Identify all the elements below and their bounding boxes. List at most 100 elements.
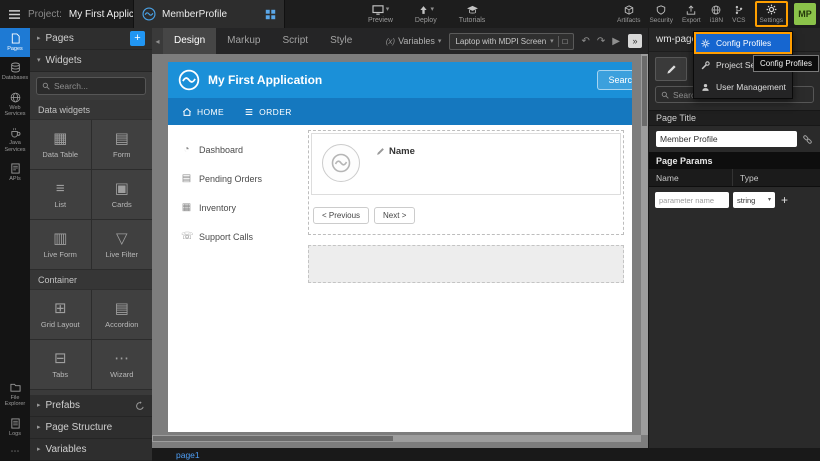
- param-name-input[interactable]: [655, 192, 729, 208]
- page-preview[interactable]: My First Application Search HOME ORDER ◔…: [168, 62, 632, 432]
- collapse-panel-button[interactable]: ◂: [152, 28, 163, 54]
- refresh-icon[interactable]: [135, 401, 145, 411]
- statusbar-page-tab[interactable]: page1: [176, 450, 200, 460]
- rail-item-logs[interactable]: Logs: [0, 413, 30, 442]
- widget-live-form[interactable]: ▥Live Form: [30, 220, 91, 269]
- avatar[interactable]: MP: [794, 3, 816, 25]
- canvas-vertical-scrollbar[interactable]: [641, 54, 648, 435]
- dashboard-icon: ◔: [181, 144, 192, 155]
- widget-wizard[interactable]: ⋯Wizard: [92, 340, 153, 389]
- widget-grid-layout[interactable]: ⊞Grid Layout: [30, 290, 91, 339]
- scrollbar-thumb[interactable]: [642, 56, 647, 126]
- add-page-button[interactable]: +: [130, 31, 145, 46]
- device-dropdown[interactable]: Laptop with MDPI Screen ▾ □: [449, 33, 573, 50]
- tab-script[interactable]: Script: [272, 28, 320, 54]
- widget-accordion[interactable]: ▤Accordion: [92, 290, 153, 339]
- member-card-widget[interactable]: Name: [311, 133, 621, 195]
- wizard-icon: ⋯: [114, 351, 129, 366]
- branch-icon: [734, 5, 744, 15]
- export-icon: [686, 5, 696, 15]
- container-widgets-grid: ⊞Grid Layout ▤Accordion ⊟Tabs ⋯Wizard: [30, 290, 152, 390]
- page-structure-section-header[interactable]: ▸ Page Structure: [30, 417, 152, 439]
- undo-icon[interactable]: ↶: [582, 36, 590, 47]
- page-title-input[interactable]: [656, 131, 797, 147]
- selected-widget-outline[interactable]: Name < Previous Next >: [308, 130, 624, 235]
- rail-item-pages[interactable]: Pages: [0, 28, 30, 57]
- preview-button[interactable]: ▾ Preview: [368, 0, 393, 28]
- previous-button[interactable]: < Previous: [313, 207, 369, 224]
- binding-icon: (x): [386, 37, 395, 46]
- deploy-button[interactable]: ▾ Deploy: [415, 0, 437, 28]
- add-param-button[interactable]: +: [781, 194, 788, 206]
- widget-list[interactable]: ≡List: [30, 170, 91, 219]
- avatar-placeholder[interactable]: [322, 144, 360, 182]
- run-icon[interactable]: ▶: [612, 36, 620, 47]
- rail-item-databases[interactable]: Databases: [0, 57, 30, 86]
- page-params-header[interactable]: Page Params: [649, 152, 820, 169]
- link-icon[interactable]: [802, 134, 813, 145]
- grid-layout-icon: ⊞: [54, 301, 67, 316]
- tutorials-button[interactable]: Tutorials: [459, 0, 486, 28]
- history-icons: ↶ ↷ ▶: [582, 36, 620, 47]
- artifacts-button[interactable]: Artifacts: [617, 5, 640, 24]
- tab-design[interactable]: Design: [163, 28, 216, 54]
- canvas-horizontal-scrollbar[interactable]: [152, 435, 641, 442]
- redo-icon[interactable]: ↷: [597, 36, 605, 47]
- wavemaker-logo-icon: [142, 7, 156, 21]
- menu-item-dashboard[interactable]: ◔Dashboard: [168, 135, 294, 164]
- vcs-button[interactable]: VCS: [732, 5, 745, 24]
- nav-item-order[interactable]: ORDER: [244, 107, 292, 117]
- menu-item-support-calls[interactable]: ☏Support Calls: [168, 222, 294, 251]
- widget-form[interactable]: ▤Form: [92, 120, 153, 169]
- export-button[interactable]: Export: [682, 5, 701, 24]
- next-button[interactable]: Next >: [374, 207, 415, 224]
- rail-item-apis[interactable]: APIs: [0, 158, 30, 187]
- nav-item-home[interactable]: HOME: [182, 107, 224, 117]
- grid-icon[interactable]: [265, 9, 276, 20]
- edit-markup-button[interactable]: [655, 57, 687, 81]
- rail-item-java-services[interactable]: Java Services: [0, 122, 30, 158]
- menu-item-config-profiles[interactable]: Config Profiles: [694, 32, 792, 54]
- page-navbar-widget[interactable]: HOME ORDER: [168, 98, 632, 125]
- chevron-right-icon: ▸: [37, 446, 41, 453]
- topbar-center-actions: ▾ Preview ▾ Deploy Tutorials: [368, 0, 485, 28]
- security-button[interactable]: Security: [649, 5, 672, 24]
- param-type-select[interactable]: string ▾: [733, 192, 775, 208]
- design-canvas[interactable]: My First Application Search HOME ORDER ◔…: [152, 54, 648, 448]
- page-header-widget[interactable]: My First Application Search: [168, 62, 632, 98]
- group-title-container[interactable]: Container: [30, 270, 152, 290]
- search-button[interactable]: Search: [597, 70, 632, 90]
- panel-toggle-button[interactable]: »: [628, 34, 642, 48]
- variables-dropdown[interactable]: (x) Variables ▾: [386, 36, 442, 46]
- group-title-data-widgets[interactable]: Data widgets: [30, 100, 152, 120]
- tab-markup[interactable]: Markup: [216, 28, 271, 54]
- hamburger-menu-icon[interactable]: [8, 9, 21, 20]
- widget-data-table[interactable]: ▦Data Table: [30, 120, 91, 169]
- footer-placeholder-widget[interactable]: [308, 245, 624, 283]
- rail-item-file-explorer[interactable]: File Explorer: [0, 377, 30, 413]
- menu-item-pending-orders[interactable]: ▤Pending Orders: [168, 164, 294, 193]
- wavemaker-studio: Project: My First Application MemberProf…: [0, 0, 820, 461]
- widget-search-input[interactable]: [54, 81, 140, 91]
- more-icon[interactable]: ⋯: [0, 442, 30, 461]
- page-tab-memberprofile[interactable]: MemberProfile: [133, 0, 285, 28]
- live-form-icon: ▥: [53, 231, 67, 246]
- menu-item-user-management[interactable]: User Management: [694, 76, 792, 98]
- widget-tabs[interactable]: ⊟Tabs: [30, 340, 91, 389]
- prefabs-section-header[interactable]: ▸ Prefabs: [30, 395, 152, 417]
- variables-section-header[interactable]: ▸ Variables: [30, 439, 152, 461]
- widget-live-filter[interactable]: ▽Live Filter: [92, 220, 153, 269]
- scrollbar-thumb[interactable]: [153, 436, 393, 441]
- maximize-icon[interactable]: □: [563, 37, 568, 46]
- settings-button[interactable]: Settings: [755, 1, 789, 27]
- pages-section-header[interactable]: ▸ Pages +: [30, 28, 152, 50]
- widget-cards[interactable]: ▣Cards: [92, 170, 153, 219]
- menu-item-inventory[interactable]: ▦Inventory: [168, 193, 294, 222]
- tab-style[interactable]: Style: [319, 28, 363, 54]
- widgets-section-header[interactable]: ▾ Widgets: [30, 50, 152, 72]
- rail-item-web-services[interactable]: Web Services: [0, 87, 30, 123]
- i18n-button[interactable]: i18N: [710, 5, 723, 24]
- name-field[interactable]: Name: [376, 144, 415, 157]
- caret-down-icon: ▾: [386, 6, 390, 13]
- page-content-area: Name < Previous Next >: [294, 125, 632, 432]
